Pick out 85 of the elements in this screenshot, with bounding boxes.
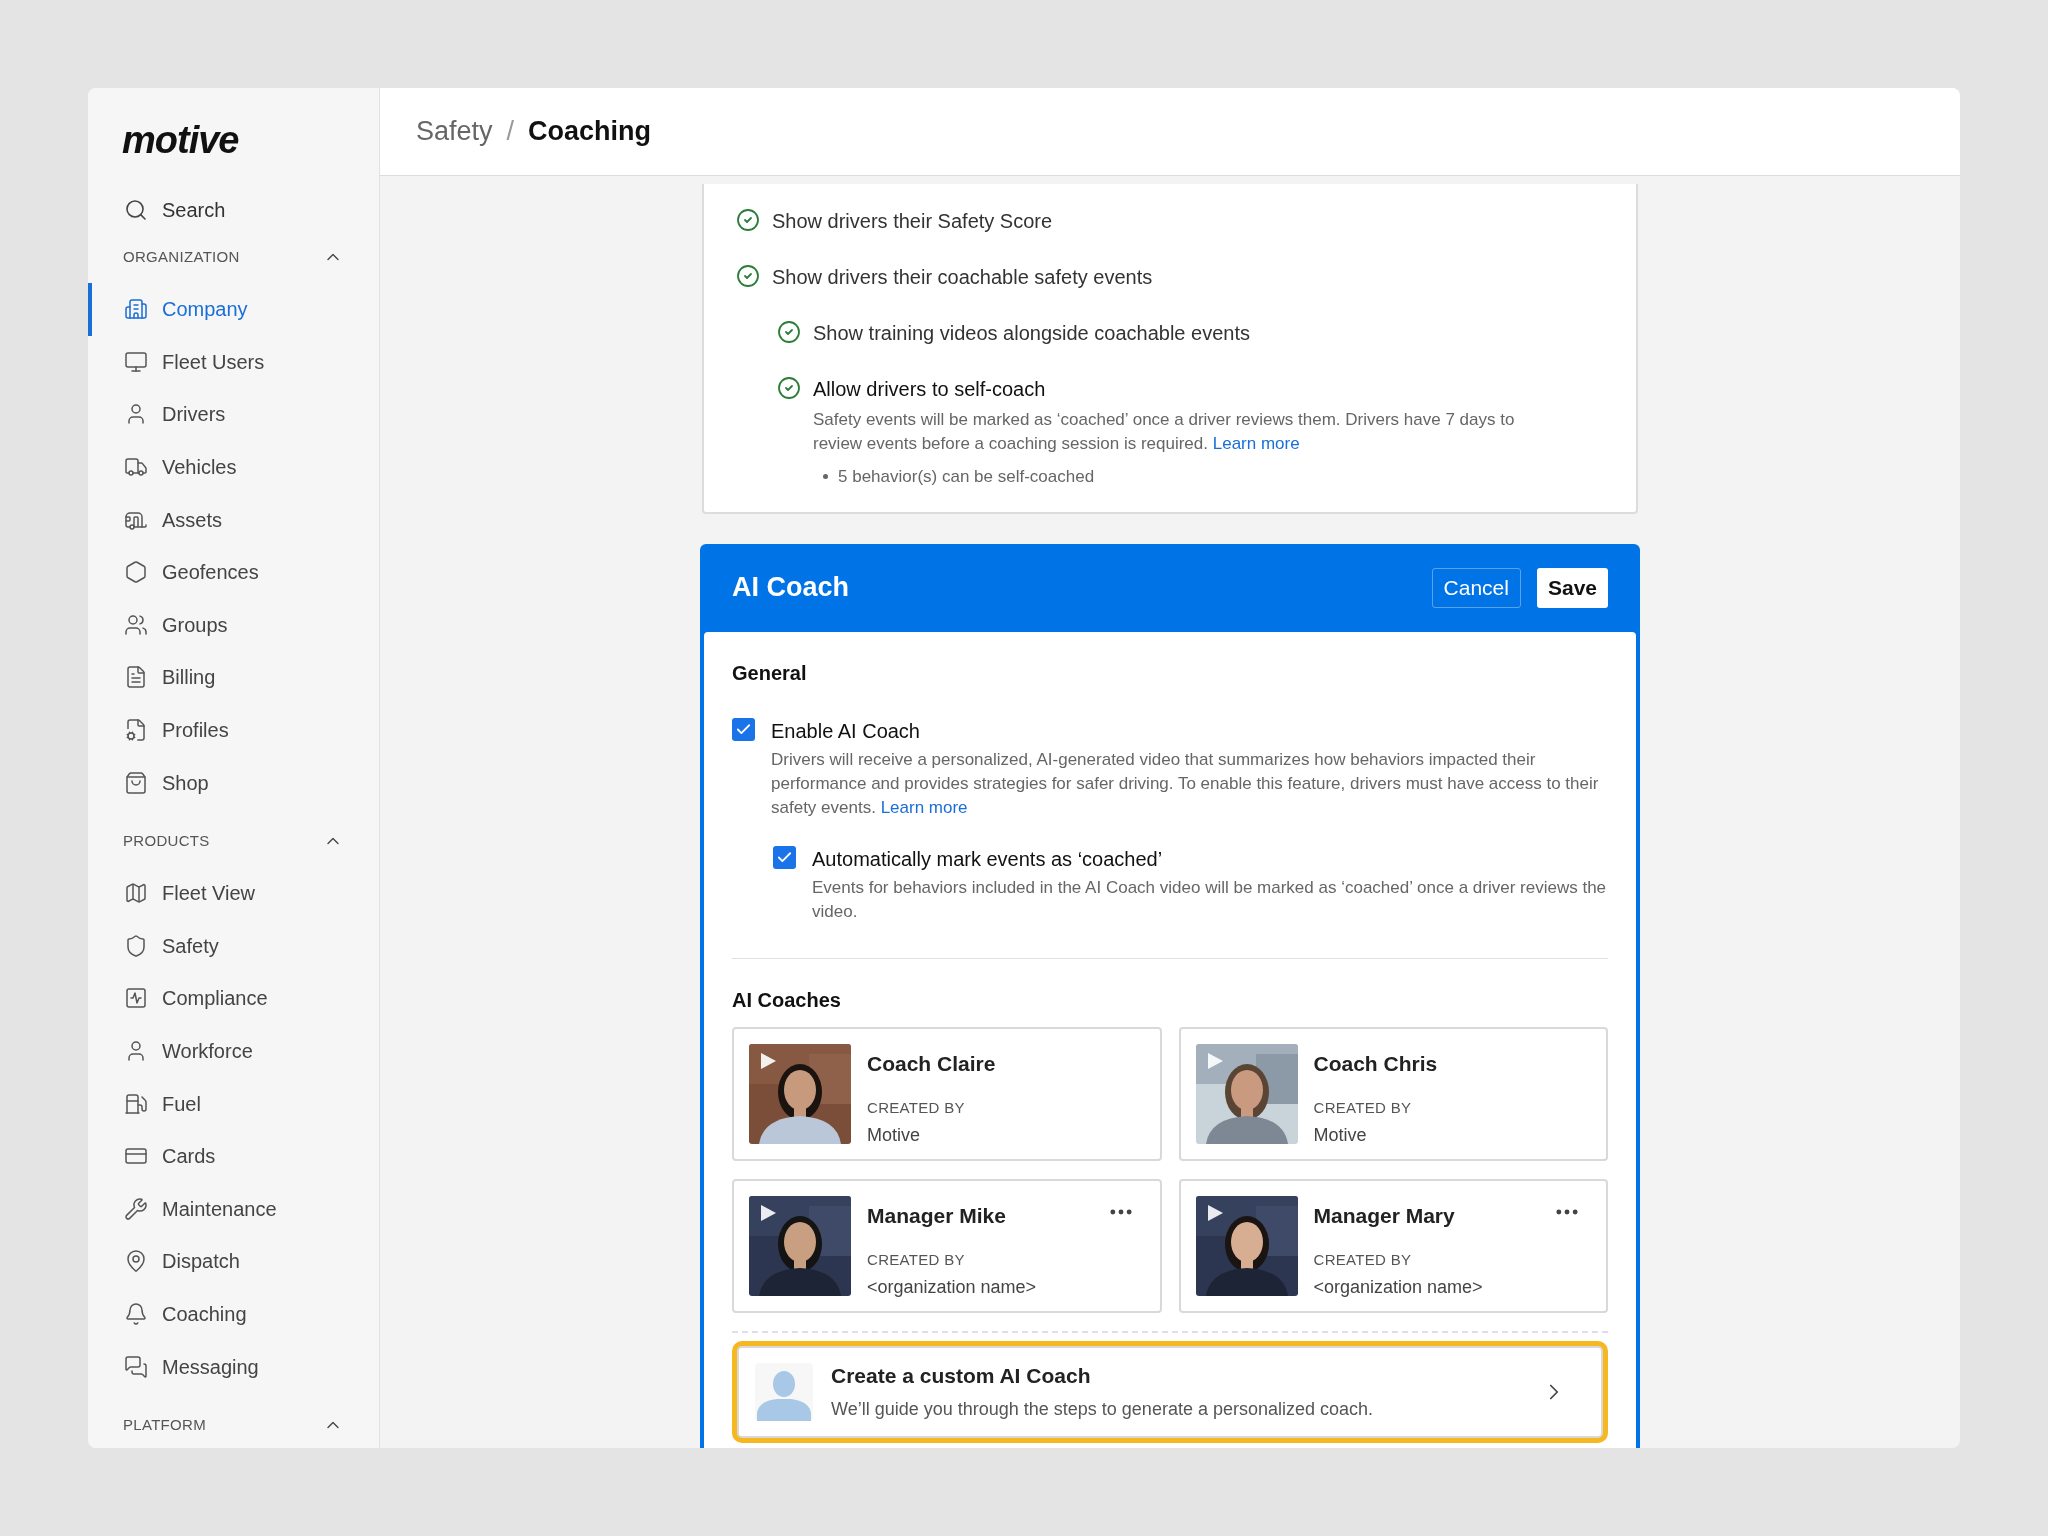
- save-button[interactable]: Save: [1536, 567, 1608, 608]
- sidebar-item[interactable]: Workforce: [88, 1024, 379, 1078]
- section-label: ORGANIZATION: [123, 246, 240, 267]
- sidebar-item[interactable]: Groups: [88, 598, 379, 652]
- learn-more-link[interactable]: Learn more: [1212, 434, 1300, 453]
- shopping-bag-icon: [124, 770, 148, 795]
- sidebar-item[interactable]: Vehicles: [88, 440, 379, 494]
- creator-name: <organization name>: [1313, 1275, 1484, 1299]
- create-coach-subtitle: We’ll guide you through the steps to generate a personalized coach.: [831, 1397, 1375, 1421]
- section-heading: AI Coaches: [732, 987, 842, 1013]
- sidebar-item[interactable]: Geofences: [88, 545, 379, 599]
- sidebar-item[interactable]: Company: [88, 283, 379, 336]
- created-by-label: CREATED BY: [867, 1250, 966, 1270]
- document-icon: [124, 665, 148, 690]
- breadcrumb-item[interactable]: Safety: [416, 111, 493, 152]
- sidebar-item[interactable]: Messaging: [88, 1340, 379, 1393]
- sidebar-item[interactable]: Maintenance: [88, 1182, 379, 1236]
- panel-title: AI Coach: [732, 571, 850, 605]
- learn-more-link[interactable]: Learn more: [880, 797, 968, 817]
- setting-label: Allow drivers to self-coach: [813, 377, 1047, 402]
- coach-name: Manager Mike: [867, 1202, 1006, 1229]
- sidebar-item[interactable]: Drivers: [88, 388, 379, 441]
- coach-card[interactable]: Coach Chris CREATED BY Motive: [1178, 1026, 1608, 1161]
- play-icon[interactable]: [759, 1203, 777, 1222]
- sidebar-item[interactable]: Assets: [88, 493, 379, 546]
- coach-name: Manager Mary: [1313, 1202, 1455, 1229]
- create-coach-title: Create a custom AI Coach: [831, 1363, 1092, 1390]
- sidebar-item[interactable]: Fuel: [88, 1077, 379, 1130]
- created-by-label: CREATED BY: [867, 1098, 966, 1118]
- coach-name: Coach Chris: [1313, 1050, 1438, 1077]
- sidebar-item[interactable]: Safety: [88, 919, 379, 973]
- bullet-text: 5 behavior(s) can be self-coached: [838, 466, 1095, 488]
- setting-label: Show drivers their Safety Score: [772, 209, 1053, 234]
- building-icon: [124, 297, 148, 322]
- sidebar-item[interactable]: Shop: [88, 756, 379, 809]
- creator-name: Motive: [1313, 1123, 1368, 1147]
- coach-card[interactable]: Coach Claire CREATED BY Motive: [732, 1026, 1162, 1161]
- section-label: PLATFORM: [123, 1414, 206, 1435]
- search-item[interactable]: Search: [88, 195, 379, 225]
- sidebar-item[interactable]: Profiles: [88, 703, 379, 757]
- sidebar-item[interactable]: Cards: [88, 1129, 379, 1183]
- section-heading: General: [732, 660, 808, 686]
- coach-name: Coach Claire: [867, 1050, 996, 1077]
- sidebar-item[interactable]: Dispatch: [88, 1235, 379, 1288]
- people-icon: [124, 612, 148, 637]
- breadcrumb-item: Coaching: [528, 115, 652, 149]
- created-by-label: CREATED BY: [1313, 1098, 1413, 1118]
- breadcrumb-separator: /: [506, 115, 515, 149]
- create-coach-card[interactable]: Create a custom AI Coach We’ll guide you through the steps to generate a personalized coach.: [737, 1345, 1603, 1438]
- coach-card[interactable]: Manager Mike CREATED BY <organization name>: [732, 1178, 1162, 1313]
- sidebar-item[interactable]: Fleet Users: [88, 335, 379, 389]
- setting-label: Show training videos alongside coachable events: [813, 321, 1250, 346]
- play-icon[interactable]: [1205, 1203, 1224, 1222]
- sidebar-item[interactable]: Compliance: [88, 972, 379, 1025]
- play-icon[interactable]: [759, 1051, 777, 1070]
- option-label: Enable AI Coach: [771, 718, 921, 744]
- sidebar-item[interactable]: Coaching: [88, 1287, 379, 1341]
- sidebar-item[interactable]: Fleet View: [88, 866, 379, 920]
- fuel-pump-icon: [124, 1091, 148, 1116]
- shield-icon: [124, 933, 148, 958]
- setting-label: Show drivers their coachable safety events: [772, 265, 1153, 290]
- sidebar-item[interactable]: Billing: [88, 651, 379, 704]
- setting-description: Safety events will be marked as ‘coached’ once a driver reviews them. Drivers have 7 days to review events before a coaching session is required. Learn more: [813, 409, 1516, 455]
- coach-card[interactable]: Manager Mary CREATED BY <organization name>: [1178, 1178, 1608, 1313]
- creator-name: <organization name>: [867, 1275, 1038, 1299]
- section-label: PRODUCTS: [123, 830, 210, 851]
- creator-name: Motive: [867, 1123, 921, 1147]
- checkbox[interactable]: [773, 845, 796, 869]
- option-description: Drivers will receive a personalized, AI-generated video that summarizes how behaviors impacted their performance and provides strategies for safer driving. To enable this feature, drivers must have access to their safety events. Learn more: [771, 748, 1600, 819]
- map-pin-icon: [124, 1249, 148, 1274]
- chart-square-icon: [124, 986, 148, 1011]
- created-by-label: CREATED BY: [1313, 1250, 1413, 1270]
- search-icon: [124, 198, 148, 222]
- monitor-icon: [124, 349, 148, 374]
- chat-bubbles-icon: [124, 1354, 148, 1379]
- document-gear-icon: [124, 718, 148, 743]
- checkbox[interactable]: [732, 717, 755, 741]
- option-label: Automatically mark events as ‘coached’: [812, 846, 1164, 872]
- hexagon-icon: [124, 560, 148, 585]
- wrench-icon: [124, 1196, 148, 1221]
- bell-icon: [124, 1302, 148, 1326]
- cancel-button[interactable]: Cancel: [1431, 567, 1521, 608]
- logo: motive: [122, 119, 239, 161]
- option-description: Events for behaviors included in the AI Coach video will be marked as ‘coached’ once a driver reviews the video.: [812, 876, 1608, 923]
- person-silhouette-icon: [755, 1362, 813, 1421]
